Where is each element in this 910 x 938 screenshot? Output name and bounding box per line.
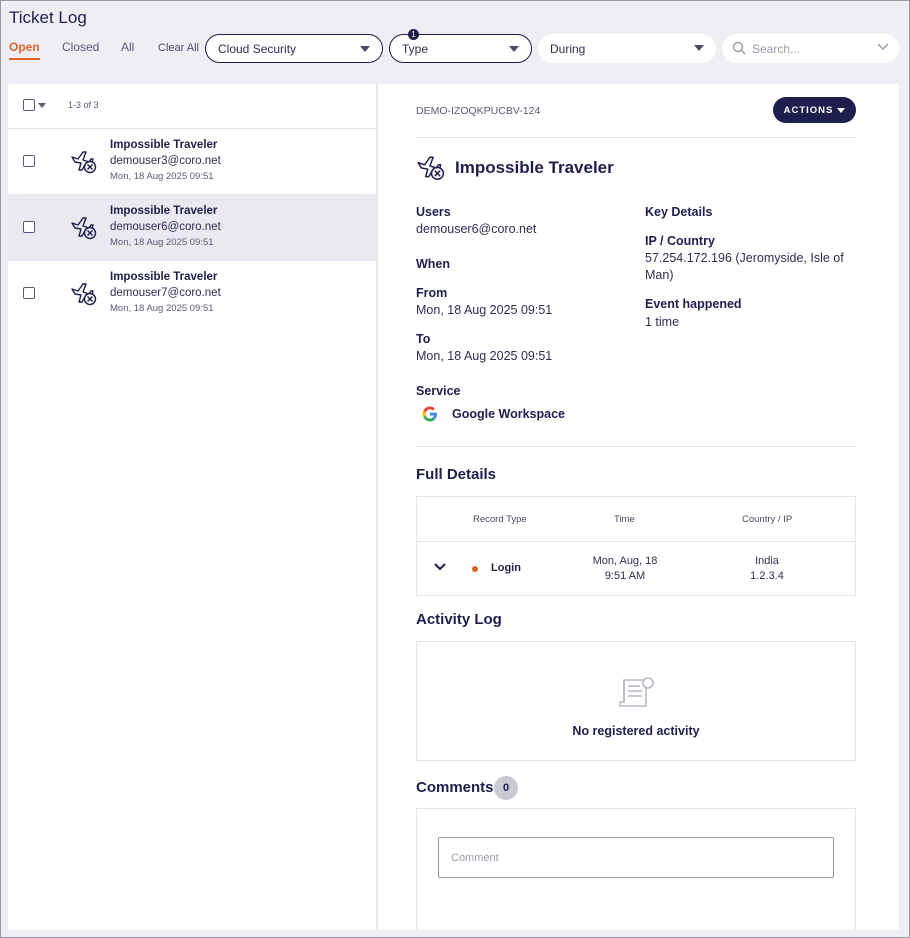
event-label: Event happened — [645, 297, 742, 311]
ticket-user: demouser6@coro.net — [110, 221, 221, 233]
search-icon — [732, 41, 746, 55]
clear-all-button[interactable]: Clear All — [158, 42, 199, 54]
ticket-list-item[interactable]: Impossible Traveler demouser3@coro.net M… — [8, 129, 376, 195]
list-header: 1-3 of 3 — [8, 84, 376, 129]
ip-country-value: 57.254.172.196 (Jeromyside, Isle of Man) — [645, 251, 844, 282]
impossible-traveler-icon — [417, 156, 445, 180]
search-placeholder: Search... — [752, 41, 801, 56]
list-count: 1-3 of 3 — [68, 100, 99, 110]
select-all-checkbox[interactable] — [23, 99, 35, 111]
tab-all[interactable]: All — [121, 40, 134, 54]
full-details-title: Full Details — [416, 466, 497, 483]
ip-cell: 1.2.3.4 — [750, 570, 784, 582]
users-value: demouser6@coro.net — [416, 222, 537, 236]
caret-down-icon — [509, 46, 519, 52]
column-header-country-ip: Country / IP — [742, 514, 793, 525]
divider — [416, 137, 856, 138]
ticket-title: Impossible Traveler — [110, 139, 218, 151]
row-checkbox[interactable] — [23, 287, 35, 299]
caret-down-icon — [360, 46, 370, 52]
module-filter-select[interactable]: Cloud Security — [205, 34, 383, 63]
column-header-time: Time — [614, 514, 635, 525]
caret-down-icon — [837, 107, 846, 113]
when-label: When — [416, 257, 451, 271]
service-value: Google Workspace — [452, 407, 565, 421]
record-type-cell: Login — [491, 562, 521, 574]
users-label: Users — [416, 205, 451, 219]
activity-log-title: Activity Log — [416, 611, 502, 628]
tab-open[interactable]: Open — [9, 40, 40, 60]
impossible-traveler-icon — [71, 217, 97, 240]
select-menu-caret-icon[interactable] — [38, 103, 46, 108]
ticket-time: Mon, 18 Aug 2025 09:51 — [110, 171, 214, 182]
expand-row-chevron-icon[interactable] — [434, 563, 446, 571]
event-value: 1 time — [645, 315, 680, 329]
divider — [417, 541, 855, 542]
ip-country-label: IP / Country — [645, 234, 715, 248]
comments-title: Comments — [416, 779, 494, 796]
divider — [416, 446, 856, 447]
full-details-table: Record Type Time Country / IP Login Mon,… — [416, 496, 856, 596]
actions-button-label: ACTIONS — [783, 104, 834, 116]
ticket-id: DEMO-IZOQKPUCBV-124 — [416, 105, 541, 117]
ticket-list-panel: 1-3 of 3 Impossible Traveler demouser3@c… — [8, 84, 377, 930]
from-label: From — [416, 286, 448, 300]
impossible-traveler-icon — [71, 151, 97, 174]
page-title: Ticket Log — [9, 8, 87, 27]
country-cell: India — [755, 555, 779, 567]
ticket-list-item-selected[interactable]: Impossible Traveler demouser6@coro.net M… — [8, 195, 376, 261]
ticket-user: demouser7@coro.net — [110, 287, 221, 299]
time-cell-hour: 9:51 AM — [604, 570, 646, 582]
google-logo-icon — [422, 406, 437, 422]
type-filter-value: Type — [402, 41, 429, 56]
key-details-label: Key Details — [645, 205, 713, 219]
search-input[interactable]: Search... — [722, 34, 899, 63]
period-filter-select[interactable]: During — [538, 34, 716, 63]
period-filter-value: During — [550, 41, 586, 56]
ticket-title: Impossible Traveler — [110, 271, 218, 283]
status-dot — [472, 566, 478, 572]
type-filter-count-badge: 1 — [408, 29, 419, 40]
comments-count-badge: 0 — [494, 776, 518, 800]
comment-input[interactable] — [438, 837, 834, 878]
column-header-record-type: Record Type — [473, 514, 527, 525]
impossible-traveler-icon — [71, 283, 97, 306]
ticket-list-item[interactable]: Impossible Traveler demouser7@coro.net M… — [8, 261, 376, 327]
no-activity-text: No registered activity — [572, 724, 700, 738]
activity-log-box: No registered activity — [416, 641, 856, 761]
module-filter-value: Cloud Security — [218, 41, 297, 56]
row-checkbox[interactable] — [23, 155, 35, 167]
actions-button[interactable]: ACTIONS — [773, 97, 856, 123]
ticket-detail-panel: DEMO-IZOQKPUCBV-124 ACTIONS Impossible T… — [378, 84, 899, 930]
chevron-down-icon[interactable] — [877, 43, 889, 51]
time-cell-date: Mon, Aug, 18 — [592, 555, 658, 567]
caret-down-icon — [694, 45, 704, 51]
ticket-time: Mon, 18 Aug 2025 09:51 — [110, 303, 214, 314]
tab-closed[interactable]: Closed — [62, 40, 99, 54]
to-label: To — [416, 332, 431, 346]
detail-title: Impossible Traveler — [455, 158, 614, 177]
ticket-time: Mon, 18 Aug 2025 09:51 — [110, 237, 214, 248]
service-label: Service — [416, 384, 461, 398]
comments-box — [416, 808, 856, 930]
ticket-title: Impossible Traveler — [110, 205, 218, 217]
ticket-user: demouser3@coro.net — [110, 155, 221, 167]
row-checkbox[interactable] — [23, 221, 35, 233]
empty-document-icon — [619, 677, 654, 707]
to-value: Mon, 18 Aug 2025 09:51 — [416, 349, 553, 363]
from-value: Mon, 18 Aug 2025 09:51 — [416, 303, 553, 317]
